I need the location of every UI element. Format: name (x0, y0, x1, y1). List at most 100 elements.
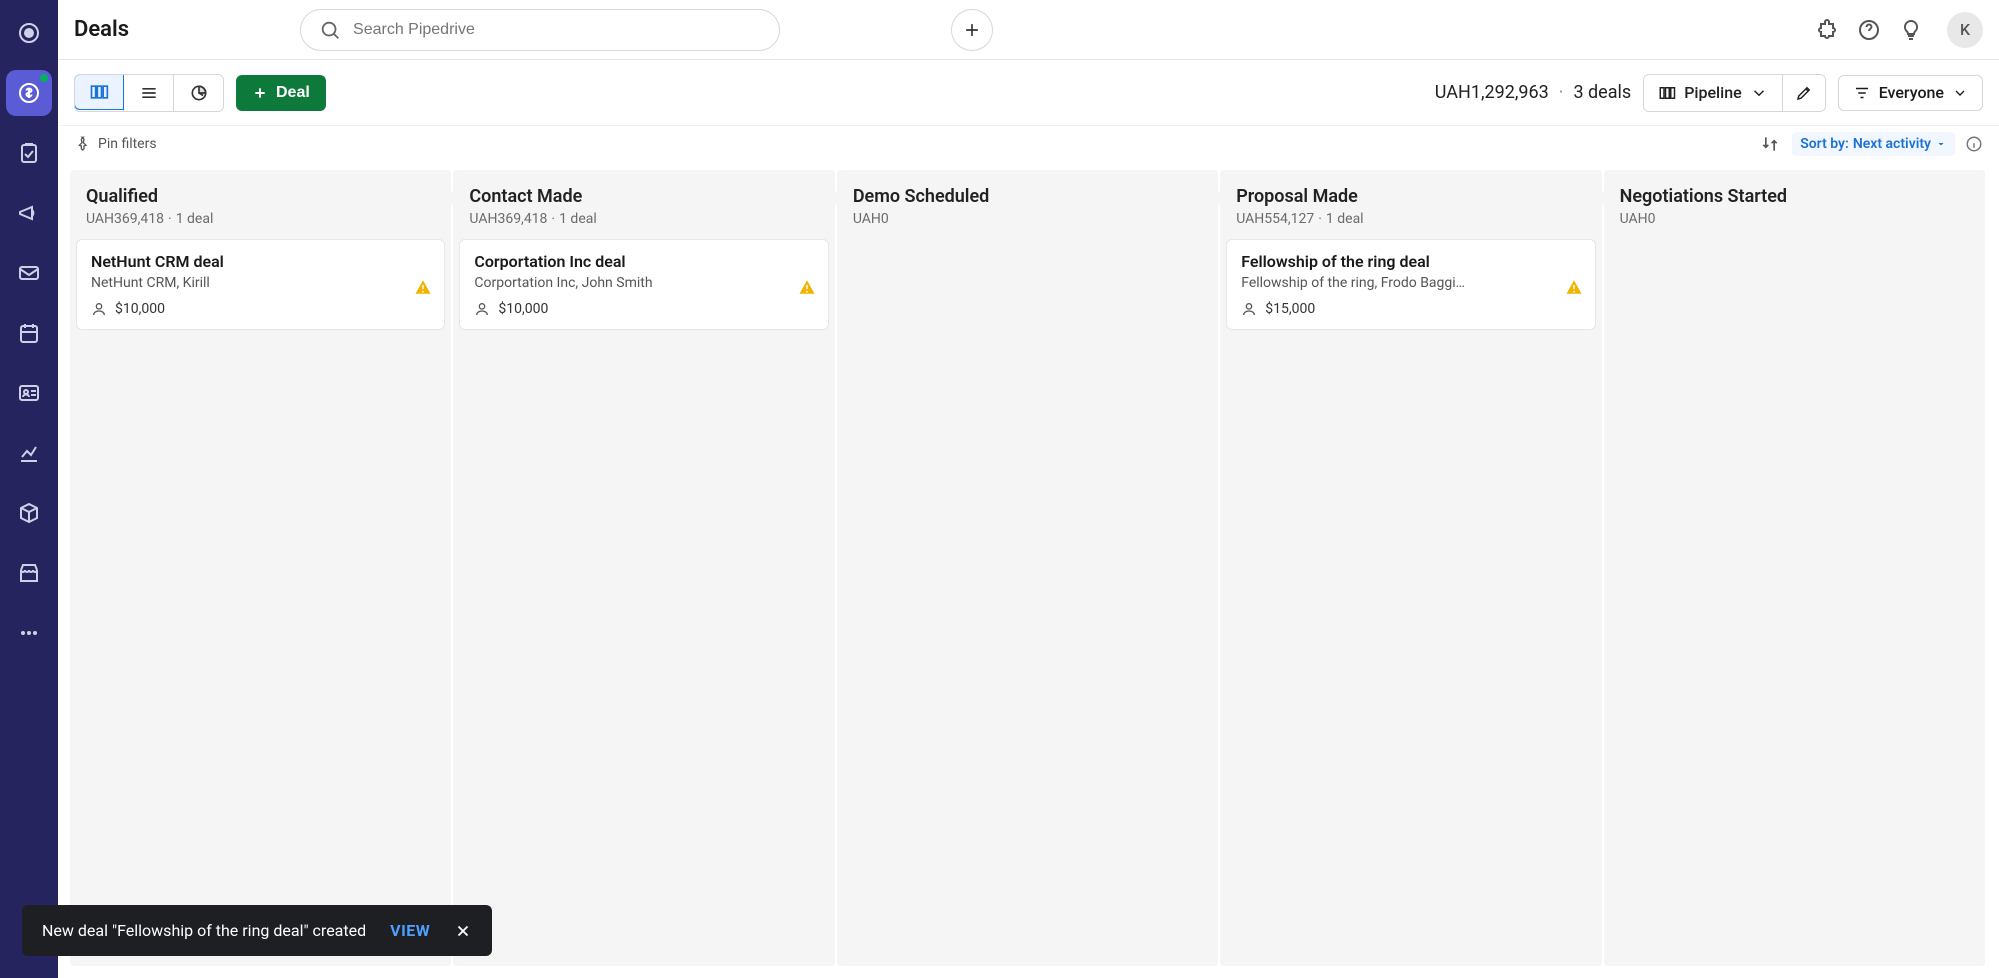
clipboard-check-icon (17, 141, 41, 165)
deal-title: Fellowship of the ring deal (1241, 252, 1580, 271)
deal-card[interactable]: Corportation Inc deal Corportation Inc, … (459, 239, 828, 330)
contact-card-icon (17, 381, 41, 405)
column-subtitle: UAH554,127·1 deal (1236, 211, 1585, 227)
chevron-down-icon (1952, 85, 1968, 101)
puzzle-icon (1815, 18, 1839, 42)
toast-message: New deal "Fellowship of the ring deal" c… (42, 921, 366, 940)
sidebar (0, 0, 58, 978)
column-count: 1 deal (559, 211, 597, 227)
notif-dot (40, 74, 48, 82)
subbar: Pin filters Sort by: Next activity (58, 126, 1999, 162)
pipeline-selector-group: Pipeline (1643, 74, 1825, 112)
header-icons: K (1815, 12, 1983, 48)
column-count: 1 deal (1326, 211, 1364, 227)
add-deal-label: Deal (276, 84, 310, 102)
warning-icon (1565, 278, 1583, 300)
view-list-button[interactable] (123, 75, 173, 111)
owner-filter-label: Everyone (1879, 83, 1944, 102)
forecast-view-icon (189, 83, 209, 103)
view-pipeline-button[interactable] (74, 74, 124, 110)
toast-close-button[interactable] (454, 922, 472, 940)
column-subtitle: UAH369,418·1 deal (469, 211, 818, 227)
nav-activities[interactable] (6, 310, 52, 356)
page-title: Deals (74, 17, 129, 42)
summary-total: UAH1,292,963 (1435, 82, 1549, 103)
deal-subtitle: Corportation Inc, John Smith (474, 275, 813, 291)
caret-down-icon (1935, 138, 1947, 150)
column-amount: UAH0 (853, 211, 889, 227)
sort-direction-button[interactable] (1760, 134, 1780, 154)
close-icon (454, 922, 472, 940)
pipeline-selector[interactable]: Pipeline (1644, 75, 1781, 111)
owner-filter[interactable]: Everyone (1838, 75, 1983, 111)
pipeline-label: Pipeline (1684, 83, 1741, 102)
column-demo-scheduled: Demo Scheduled UAH0 (837, 170, 1220, 966)
column-qualified: Qualified UAH369,418·1 deal NetHunt CRM d… (70, 170, 453, 966)
add-deal-button[interactable]: Deal (236, 75, 326, 111)
sort-value: Next activity (1853, 136, 1931, 152)
plus-icon (252, 85, 268, 101)
toast-view-button[interactable]: VIEW (390, 921, 430, 940)
view-switcher (74, 74, 224, 112)
user-avatar[interactable]: K (1947, 12, 1983, 48)
person-icon (474, 301, 490, 317)
toast: New deal "Fellowship of the ring deal" c… (22, 905, 492, 956)
pin-filters[interactable]: Pin filters (74, 136, 157, 152)
nav-marketplace[interactable] (6, 550, 52, 596)
filter-icon (1853, 84, 1871, 102)
column-proposal-made: Proposal Made UAH554,127·1 deal Fellowshi… (1220, 170, 1603, 966)
nav-leads[interactable] (6, 10, 52, 56)
nav-mail[interactable] (6, 250, 52, 296)
dots-icon (17, 621, 41, 645)
warning-icon (798, 278, 816, 300)
deal-title: NetHunt CRM deal (91, 252, 430, 271)
deal-value: $15,000 (1265, 301, 1315, 317)
warning-icon (414, 278, 432, 300)
column-title: Demo Scheduled (853, 186, 1202, 207)
nav-contacts[interactable] (6, 370, 52, 416)
column-amount: UAH554,127 (1236, 211, 1314, 227)
summary-count: 3 deals (1573, 82, 1631, 103)
nav-insights[interactable] (6, 430, 52, 476)
nav-campaigns[interactable] (6, 190, 52, 236)
search-input[interactable] (353, 21, 761, 39)
column-title: Qualified (86, 186, 435, 207)
toolbar: Deal UAH1,292,963 · 3 deals Pipeline Eve… (58, 60, 1999, 126)
pin-filters-label: Pin filters (98, 136, 157, 152)
view-forecast-button[interactable] (173, 75, 223, 111)
help-button[interactable] (1857, 18, 1881, 42)
search-icon (319, 19, 341, 41)
store-icon (17, 561, 41, 585)
search-box[interactable] (300, 9, 780, 51)
quick-add-button[interactable] (951, 9, 993, 51)
calendar-icon (17, 321, 41, 345)
column-title: Proposal Made (1236, 186, 1585, 207)
sort-by-selector[interactable]: Sort by: Next activity (1792, 132, 1955, 156)
person-icon (1241, 301, 1257, 317)
mail-icon (17, 261, 41, 285)
deal-subtitle: Fellowship of the ring, Frodo Baggi… (1241, 275, 1580, 291)
person-icon (91, 301, 107, 317)
pipeline-view-icon (89, 82, 109, 102)
nav-projects[interactable] (6, 130, 52, 176)
bulb-icon (1899, 18, 1923, 42)
extensions-button[interactable] (1815, 18, 1839, 42)
info-button[interactable] (1965, 135, 1983, 153)
column-subtitle: UAH369,418·1 deal (86, 211, 435, 227)
column-count: 1 deal (176, 211, 214, 227)
edit-pipeline-button[interactable] (1782, 75, 1825, 111)
nav-products[interactable] (6, 490, 52, 536)
tips-button[interactable] (1899, 18, 1923, 42)
column-amount: UAH369,418 (86, 211, 164, 227)
column-subtitle: UAH0 (853, 211, 1202, 227)
column-negotiations-started: Negotiations StartedUAH0 (1604, 170, 1987, 966)
deal-card[interactable]: NetHunt CRM deal NetHunt CRM, Kirill $10… (76, 239, 445, 330)
plus-icon (962, 20, 982, 40)
deal-card[interactable]: Fellowship of the ring deal Fellowship o… (1226, 239, 1595, 330)
nav-deals[interactable] (6, 70, 52, 116)
chevron-down-icon (1750, 84, 1768, 102)
list-view-icon (139, 83, 159, 103)
column-subtitle: UAH0 (1620, 211, 1969, 227)
dollar-icon (17, 81, 41, 105)
nav-more[interactable] (6, 610, 52, 656)
